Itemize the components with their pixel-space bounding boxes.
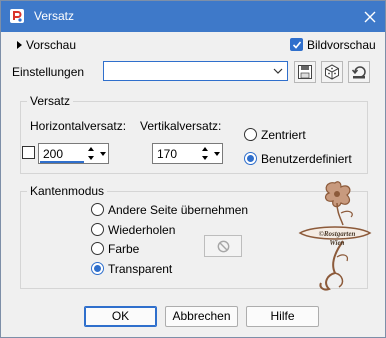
edge-color-label[interactable]: Farbe — [108, 242, 139, 256]
reset-button[interactable] — [348, 61, 370, 83]
horizontal-offset-value[interactable]: 200 — [43, 147, 63, 161]
vertical-offset-spinner[interactable]: 170 — [152, 143, 223, 164]
save-preset-button[interactable] — [294, 61, 316, 83]
edge-repeat-radio[interactable] — [91, 223, 104, 236]
cancel-button[interactable]: Abbrechen — [165, 306, 238, 327]
custom-label[interactable]: Benutzerdefiniert — [261, 152, 352, 166]
watermark-text-line1: ©Rostgarten — [318, 230, 356, 238]
edge-color-radio[interactable] — [91, 242, 104, 255]
dialog-window: Versatz Vorschau Bildvorschau Einstellun… — [0, 0, 386, 338]
custom-radio[interactable] — [244, 152, 257, 165]
spin-up-icon[interactable] — [200, 145, 210, 162]
app-icon — [10, 9, 24, 23]
spin-down-icon[interactable] — [212, 145, 222, 162]
live-preview-label: Bildvorschau — [307, 38, 376, 52]
window-title: Versatz — [34, 9, 75, 23]
vertical-offset-label: Vertikalversatz: — [140, 119, 222, 133]
spin-down-icon[interactable] — [98, 145, 108, 162]
edge-wrap-other-side-label[interactable]: Andere Seite übernehmen — [108, 203, 248, 217]
reset-icon — [351, 66, 366, 79]
help-button[interactable]: Hilfe — [246, 306, 319, 327]
no-color-icon — [217, 240, 230, 253]
edge-mode-group-title: Kantenmodus — [27, 184, 108, 198]
edge-wrap-other-side-radio[interactable] — [91, 203, 104, 216]
spin-up-down-button[interactable] — [200, 145, 210, 162]
horizontal-offset-label: Horizontalversatz: — [30, 119, 127, 133]
vertical-offset-value[interactable]: 170 — [157, 147, 177, 161]
horizontal-offset-spinner[interactable]: 200 — [38, 143, 109, 164]
chevron-down-icon[interactable] — [273, 66, 283, 76]
load-preset-button[interactable] — [321, 61, 343, 83]
ok-button[interactable]: OK — [84, 306, 157, 327]
spin-dropdown-button[interactable] — [98, 145, 108, 162]
edge-color-swatch[interactable] — [204, 235, 242, 257]
centered-radio[interactable] — [244, 128, 257, 141]
save-preset-icon — [298, 65, 312, 79]
expand-triangle-icon[interactable] — [17, 41, 22, 49]
spin-up-icon[interactable] — [86, 145, 96, 162]
title-bar[interactable]: Versatz — [1, 1, 385, 32]
input-focus-underline — [40, 161, 84, 163]
load-preset-icon — [325, 64, 339, 80]
preset-combobox[interactable] — [103, 61, 288, 81]
preview-toggle-label[interactable]: Vorschau — [26, 38, 76, 52]
close-icon[interactable] — [361, 8, 379, 26]
centered-label[interactable]: Zentriert — [261, 128, 306, 142]
offset-group-title: Versatz — [27, 94, 74, 108]
offset-link-checkbox[interactable] — [22, 146, 35, 159]
live-preview-checkbox[interactable] — [290, 38, 303, 51]
watermark-text-line2: Wien — [329, 239, 345, 247]
spin-dropdown-button[interactable] — [212, 145, 222, 162]
edge-transparent-radio[interactable] — [91, 262, 104, 275]
spin-up-down-button[interactable] — [86, 145, 96, 162]
edge-transparent-label[interactable]: Transparent — [108, 262, 172, 276]
settings-label: Einstellungen — [12, 65, 85, 79]
edge-repeat-label[interactable]: Wiederholen — [108, 223, 175, 237]
